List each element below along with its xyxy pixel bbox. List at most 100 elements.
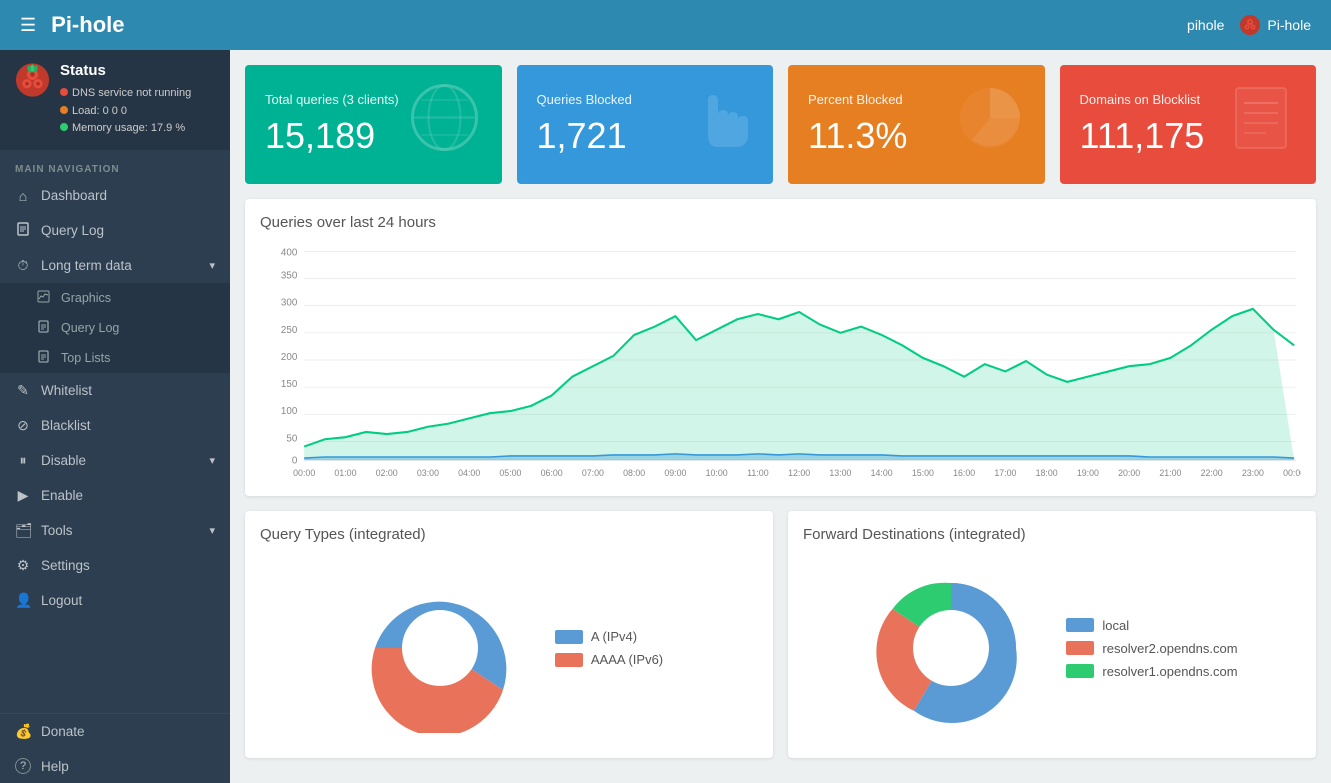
legend-resolver2-color <box>1066 641 1094 655</box>
header: ☰ Pi-hole pihole Pi-hole <box>0 0 1331 50</box>
sidebar-item-logout[interactable]: 👤 Logout <box>0 583 230 618</box>
forward-dest-legend: local resolver2.opendns.com resolver1.op… <box>1066 618 1237 679</box>
svg-text:400: 400 <box>281 247 298 258</box>
help-icon: ? <box>15 758 31 774</box>
chevron-disable-icon: ▾ <box>209 454 215 467</box>
header-left: ☰ Pi-hole <box>20 12 125 38</box>
sidebar-item-longtermdata[interactable]: ⏱ Long term data ▾ <box>0 248 230 283</box>
svg-text:14:00: 14:00 <box>871 468 893 478</box>
chevron-tools-icon: ▾ <box>209 524 215 537</box>
svg-text:22:00: 22:00 <box>1201 468 1223 478</box>
stat-card-blocked: Queries Blocked 1,721 <box>517 65 774 184</box>
stat-card-blocked-label: Queries Blocked <box>537 92 632 107</box>
sidebar-item-whitelist[interactable]: ✎ Whitelist <box>0 373 230 408</box>
svg-text:23:00: 23:00 <box>1242 468 1264 478</box>
memory-dot <box>60 123 68 131</box>
forward-dest-donut-area: local resolver2.opendns.com resolver1.op… <box>803 553 1301 743</box>
logout-icon: 👤 <box>15 592 31 609</box>
stat-card-blocklist: Domains on Blocklist 111,175 <box>1060 65 1317 184</box>
query-types-donut-area: A (IPv4) AAAA (IPv6) <box>260 553 758 743</box>
svg-text:07:00: 07:00 <box>582 468 604 478</box>
sidebar-item-longtermquerylog-label: Query Log <box>61 321 119 335</box>
sidebar-item-help-label: Help <box>41 759 69 774</box>
stat-card-blocked-info: Queries Blocked 1,721 <box>537 92 632 157</box>
svg-text:11:00: 11:00 <box>747 468 768 478</box>
blocklist-svg <box>1226 83 1296 153</box>
svg-text:16:00: 16:00 <box>953 468 975 478</box>
svg-text:09:00: 09:00 <box>664 468 686 478</box>
sidebar-item-whitelist-label: Whitelist <box>41 383 92 398</box>
sidebar-item-settings[interactable]: ⚙ Settings <box>0 548 230 583</box>
hand-icon <box>688 80 753 169</box>
legend-resolver1: resolver1.opendns.com <box>1066 664 1237 679</box>
file2-icon <box>37 320 50 333</box>
header-right: pihole Pi-hole <box>1187 14 1311 36</box>
pie-svg <box>955 83 1025 153</box>
svg-text:200: 200 <box>281 352 298 363</box>
query-types-container: Query Types (integrated) <box>245 511 773 758</box>
legend-resolver1-color <box>1066 664 1094 678</box>
sidebar-item-graphics[interactable]: Graphics <box>0 283 230 313</box>
legend-resolver2: resolver2.opendns.com <box>1066 641 1237 656</box>
sidebar-item-settings-label: Settings <box>41 558 90 573</box>
status-info: DNS service not running Load: 0 0 0 Memo… <box>60 85 191 138</box>
stat-card-blocklist-info: Domains on Blocklist 111,175 <box>1080 92 1205 157</box>
header-username: pihole <box>1187 17 1224 33</box>
svg-text:15:00: 15:00 <box>912 468 934 478</box>
load-dot <box>60 106 68 114</box>
long-term-submenu: Graphics Query Log Top Lists <box>0 283 230 373</box>
sidebar-item-donate[interactable]: 💰 Donate <box>0 713 230 749</box>
dns-status-dot <box>60 88 68 96</box>
sidebar-item-querylog[interactable]: Query Log <box>0 213 230 248</box>
sidebar-item-dashboard[interactable]: ⌂ Dashboard <box>0 179 230 213</box>
stat-card-percent-label: Percent Blocked <box>808 92 907 107</box>
sidebar-item-tools[interactable]: 🗂 Tools ▾ <box>0 513 230 548</box>
svg-text:12:00: 12:00 <box>788 468 810 478</box>
line-chart-svg: 0 50 100 150 200 250 300 350 400 00:00 0… <box>260 241 1301 481</box>
home-icon: ⌂ <box>15 188 31 204</box>
sidebar-item-enable-label: Enable <box>41 488 83 503</box>
legend-resolver2-label: resolver2.opendns.com <box>1102 641 1237 656</box>
sidebar-item-enable[interactable]: ▶ Enable <box>0 478 230 513</box>
svg-text:50: 50 <box>286 433 297 444</box>
stat-card-blocklist-value: 111,175 <box>1080 115 1205 157</box>
blacklist-icon: ⊘ <box>15 417 31 434</box>
svg-text:05:00: 05:00 <box>499 468 521 478</box>
sidebar-item-help[interactable]: ? Help <box>0 749 230 783</box>
sidebar-spacer <box>0 618 230 713</box>
header-brand-label: Pi-hole <box>1267 17 1311 33</box>
whitelist-icon: ✎ <box>15 382 31 399</box>
svg-text:02:00: 02:00 <box>376 468 398 478</box>
svg-text:0: 0 <box>292 455 298 466</box>
svg-text:04:00: 04:00 <box>458 468 480 478</box>
pie-icon <box>955 83 1025 167</box>
sidebar-item-logout-label: Logout <box>41 593 82 608</box>
chevron-down-icon: ▾ <box>209 259 215 272</box>
hamburger-menu[interactable]: ☰ <box>20 15 36 36</box>
legend-ipv4-color <box>555 630 583 644</box>
sidebar-logo <box>15 62 50 97</box>
svg-text:20:00: 20:00 <box>1118 468 1140 478</box>
query-types-svg <box>355 563 525 733</box>
disable-icon: ⏸ <box>15 452 31 469</box>
logo-hole: hole <box>79 12 124 37</box>
bottom-charts: Query Types (integrated) <box>245 511 1316 758</box>
svg-text:300: 300 <box>281 297 298 308</box>
svg-text:00:00: 00:00 <box>1283 468 1301 478</box>
sidebar-item-tools-label: Tools <box>41 523 73 538</box>
nav-section-label: MAIN NAVIGATION <box>0 156 230 179</box>
sidebar-item-donate-label: Donate <box>41 724 85 739</box>
sidebar-item-blacklist[interactable]: ⊘ Blacklist <box>0 408 230 443</box>
clock-icon: ⏱ <box>15 257 31 274</box>
sidebar-item-toplists[interactable]: Top Lists <box>0 343 230 373</box>
forward-dest-container: Forward Destinations (integrated) <box>788 511 1316 758</box>
donate-icon: 💰 <box>15 723 31 740</box>
legend-resolver1-label: resolver1.opendns.com <box>1102 664 1237 679</box>
sidebar-item-longtermquerylog[interactable]: Query Log <box>0 313 230 343</box>
file-icon <box>16 222 30 236</box>
stat-card-total-queries-info: Total queries (3 clients) 15,189 <box>265 92 399 157</box>
sidebar-item-disable[interactable]: ⏸ Disable ▾ <box>0 443 230 478</box>
status-box: Status DNS service not running Load: 0 0… <box>0 50 230 150</box>
stat-card-percent-value: 11.3% <box>808 115 907 157</box>
blocklist-icon <box>1226 83 1296 167</box>
